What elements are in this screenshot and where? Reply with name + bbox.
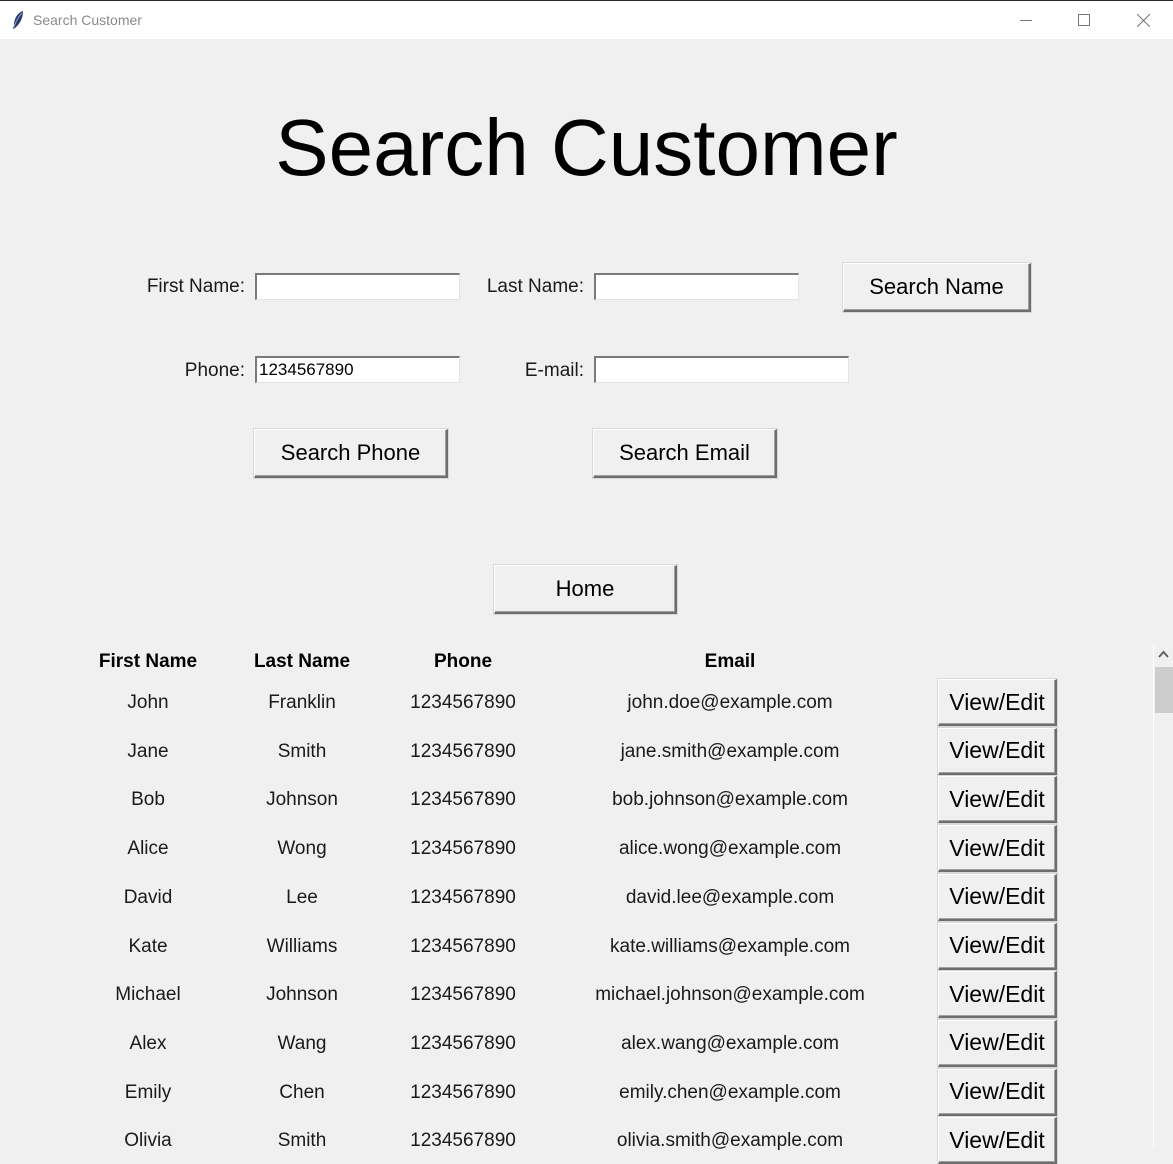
- column-header-last-name: Last Name: [253, 651, 351, 672]
- minimize-button[interactable]: [997, 1, 1055, 39]
- window-title: Search Customer: [33, 12, 142, 28]
- column-header-first-name: First Name: [98, 651, 198, 672]
- view-edit-button[interactable]: View/Edit: [938, 679, 1057, 726]
- view-edit-button[interactable]: View/Edit: [938, 922, 1057, 970]
- cell-last-name: Franklin: [268, 692, 336, 713]
- cell-phone: 1234567890: [410, 1081, 516, 1103]
- cell-last-name: Chen: [279, 1081, 325, 1103]
- cell-phone: 1234567890: [410, 692, 516, 713]
- email-input[interactable]: [594, 356, 849, 383]
- cell-email: alex.wang@example.com: [621, 1032, 839, 1054]
- cell-first-name: Jane: [127, 740, 169, 762]
- cell-first-name: Kate: [128, 935, 168, 957]
- column-header-phone: Phone: [433, 651, 493, 672]
- cell-email: alice.wong@example.com: [618, 838, 842, 860]
- cell-phone: 1234567890: [410, 789, 516, 811]
- cell-email: emily.chen@example.com: [619, 1081, 841, 1103]
- cell-last-name: Lee: [286, 886, 318, 908]
- home-button[interactable]: Home: [494, 565, 677, 614]
- cell-first-name: Alice: [127, 838, 169, 860]
- cell-first-name: Emily: [124, 1081, 172, 1103]
- maximize-icon: [1078, 14, 1090, 26]
- first-name-input[interactable]: [255, 273, 460, 300]
- cell-email: jane.smith@example.com: [620, 740, 840, 762]
- column-header-email: Email: [704, 651, 756, 672]
- cell-phone: 1234567890: [410, 984, 516, 1006]
- last-name-label: Last Name:: [486, 276, 584, 297]
- vertical-scrollbar[interactable]: [1153, 645, 1173, 1148]
- close-icon: [1136, 13, 1150, 27]
- cell-last-name: Williams: [266, 935, 338, 957]
- view-edit-button[interactable]: View/Edit: [938, 873, 1057, 921]
- search-phone-button[interactable]: Search Phone: [254, 429, 448, 478]
- cell-last-name: Smith: [277, 1130, 327, 1152]
- minimize-icon: [1020, 20, 1032, 21]
- phone-input[interactable]: [255, 356, 460, 383]
- cell-first-name: Michael: [115, 984, 181, 1006]
- cell-last-name: Wang: [277, 1032, 327, 1054]
- view-edit-button[interactable]: View/Edit: [938, 1019, 1057, 1067]
- first-name-label: First Name:: [146, 276, 245, 297]
- view-edit-button[interactable]: View/Edit: [938, 776, 1057, 824]
- view-edit-button[interactable]: View/Edit: [938, 971, 1057, 1019]
- scrollbar-thumb[interactable]: [1155, 667, 1173, 713]
- email-label: E-mail:: [524, 360, 584, 381]
- cell-phone: 1234567890: [410, 1130, 516, 1152]
- view-edit-button[interactable]: View/Edit: [938, 727, 1057, 775]
- view-edit-button[interactable]: View/Edit: [938, 825, 1057, 873]
- title-bar: Search Customer: [0, 0, 1173, 39]
- phone-label: Phone:: [184, 360, 245, 381]
- cell-last-name: Johnson: [266, 984, 338, 1006]
- search-email-button[interactable]: Search Email: [593, 429, 777, 478]
- cell-first-name: John: [127, 692, 169, 713]
- cell-first-name: David: [123, 886, 173, 908]
- view-edit-button[interactable]: View/Edit: [938, 1117, 1057, 1164]
- cell-email: michael.johnson@example.com: [595, 984, 865, 1006]
- cell-email: olivia.smith@example.com: [616, 1130, 844, 1152]
- search-name-button[interactable]: Search Name: [843, 263, 1031, 312]
- cell-email: david.lee@example.com: [625, 886, 835, 908]
- cell-last-name: Wong: [277, 838, 327, 860]
- close-button[interactable]: [1114, 1, 1172, 39]
- cell-email: kate.williams@example.com: [610, 935, 850, 957]
- cell-last-name: Smith: [277, 740, 327, 762]
- cell-email: bob.johnson@example.com: [612, 789, 848, 811]
- cell-first-name: Olivia: [124, 1130, 172, 1152]
- feather-icon: [11, 10, 25, 30]
- cell-phone: 1234567890: [410, 935, 516, 957]
- cell-first-name: Bob: [131, 789, 165, 811]
- cell-first-name: Alex: [129, 1032, 167, 1054]
- cell-phone: 1234567890: [410, 740, 516, 762]
- cell-phone: 1234567890: [410, 886, 516, 908]
- cell-email: john.doe@example.com: [627, 692, 833, 713]
- cell-phone: 1234567890: [410, 1032, 516, 1054]
- cell-phone: 1234567890: [410, 838, 516, 860]
- last-name-input[interactable]: [594, 273, 799, 300]
- view-edit-button[interactable]: View/Edit: [938, 1068, 1057, 1116]
- maximize-button[interactable]: [1055, 1, 1113, 39]
- page-title: Search Customer: [275, 103, 898, 192]
- scroll-up-arrow-icon[interactable]: [1158, 650, 1169, 658]
- cell-last-name: Johnson: [266, 789, 338, 811]
